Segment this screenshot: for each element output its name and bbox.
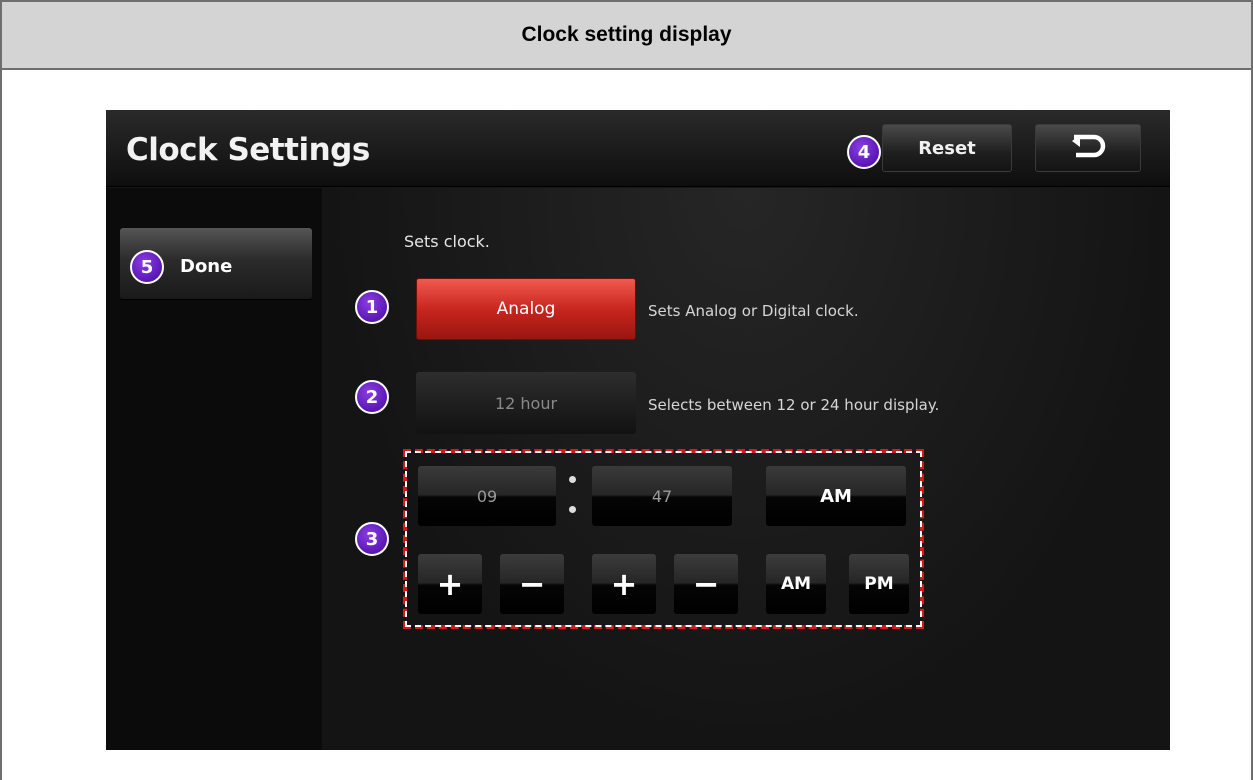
callout-2: 2 (355, 380, 389, 414)
clock-type-description: Sets Analog or Digital clock. (648, 302, 859, 320)
clock-settings-screen: Clock Settings Reset Done Sets clock. An… (106, 110, 1170, 750)
callout-4: 4 (847, 135, 881, 169)
reset-button[interactable]: Reset (882, 124, 1012, 172)
intro-text: Sets clock. (404, 232, 490, 251)
clock-type-button[interactable]: Analog (416, 278, 636, 340)
screen-title: Clock Settings (126, 132, 370, 168)
callout-1: 1 (355, 290, 389, 324)
callout-5: 5 (130, 250, 164, 284)
hour-mode-description: Selects between 12 or 24 hour display. (648, 396, 940, 414)
callout-3: 3 (355, 522, 389, 556)
return-arrow-icon (1072, 134, 1106, 158)
time-adjust-highlight (403, 449, 924, 629)
done-button-label: Done (180, 256, 233, 277)
back-button[interactable] (1035, 124, 1141, 172)
document-header: Clock setting display (2, 2, 1251, 70)
title-bar: Clock Settings Reset (106, 110, 1170, 187)
hour-mode-button[interactable]: 12 hour (416, 372, 636, 434)
